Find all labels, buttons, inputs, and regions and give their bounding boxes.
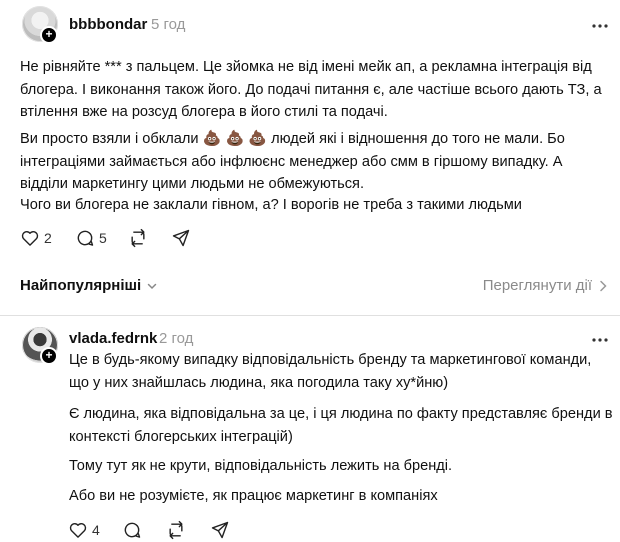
like-count: 2 <box>44 230 52 246</box>
comment-icon <box>124 522 141 538</box>
repost-icon <box>169 520 183 540</box>
post-username[interactable]: bbbbondar <box>69 16 147 33</box>
comment-text-1: Це в будь-якому випадку відповідальність… <box>69 352 592 391</box>
more-icon[interactable] <box>591 331 609 349</box>
comment-text-3: Тому тут як не крути, відповідальність л… <box>69 458 453 474</box>
heart-icon <box>21 231 39 246</box>
sort-dropdown[interactable]: Найпопулярніші <box>20 277 158 294</box>
more-icon[interactable] <box>591 17 609 35</box>
sort-label: Найпопулярніші <box>20 277 142 294</box>
post-text-3: Чого ви блогера не заклали гівном, а? І … <box>20 197 522 213</box>
comment-share-button[interactable] <box>210 520 230 540</box>
repost-icon <box>131 228 145 248</box>
comment-time: 2 год <box>159 330 194 347</box>
comment-like-button[interactable]: 4 <box>68 520 100 540</box>
comment-text-4: Або ви не розумієте, як працює маркетинг… <box>69 488 438 504</box>
like-button[interactable]: 2 <box>20 228 52 248</box>
post-time: 5 год <box>151 16 186 33</box>
chevron-right-icon <box>600 280 607 291</box>
comment-text-2: Є людина, яка відповідальна за це, і ця … <box>69 406 613 445</box>
comment-icon <box>77 230 94 246</box>
share-icon <box>211 521 229 539</box>
reply-button[interactable]: 5 <box>75 228 107 248</box>
repost-button[interactable] <box>128 228 148 248</box>
comment-like-count: 4 <box>92 522 100 538</box>
poop-emoji: 💩 💩 💩 <box>202 130 268 147</box>
view-activity-link[interactable]: Переглянути дії <box>483 277 608 294</box>
heart-icon <box>69 523 87 538</box>
comment-reply-button[interactable] <box>122 520 142 540</box>
chevron-down-icon <box>147 283 157 289</box>
comment-username[interactable]: vlada.fedrnk <box>69 330 157 347</box>
divider <box>0 315 620 316</box>
reply-count: 5 <box>99 230 107 246</box>
post-actions: 2 5 <box>20 228 220 250</box>
view-activity-label: Переглянути дії <box>482 277 592 294</box>
plus-icon[interactable]: + <box>40 347 58 365</box>
comment-repost-button[interactable] <box>166 520 186 540</box>
post-text-2-before: Ви просто взяли і обклали <box>20 131 203 147</box>
share-button[interactable] <box>171 228 191 248</box>
post-text-1: Не рівняйте *** з пальцем. Це зйомка не … <box>20 59 602 120</box>
share-icon <box>172 229 190 247</box>
post-text-2: Ви просто взяли і обклали 💩 💩 💩 людей як… <box>20 128 612 196</box>
comment-actions: 4 <box>68 520 268 542</box>
plus-icon[interactable]: + <box>40 26 58 44</box>
